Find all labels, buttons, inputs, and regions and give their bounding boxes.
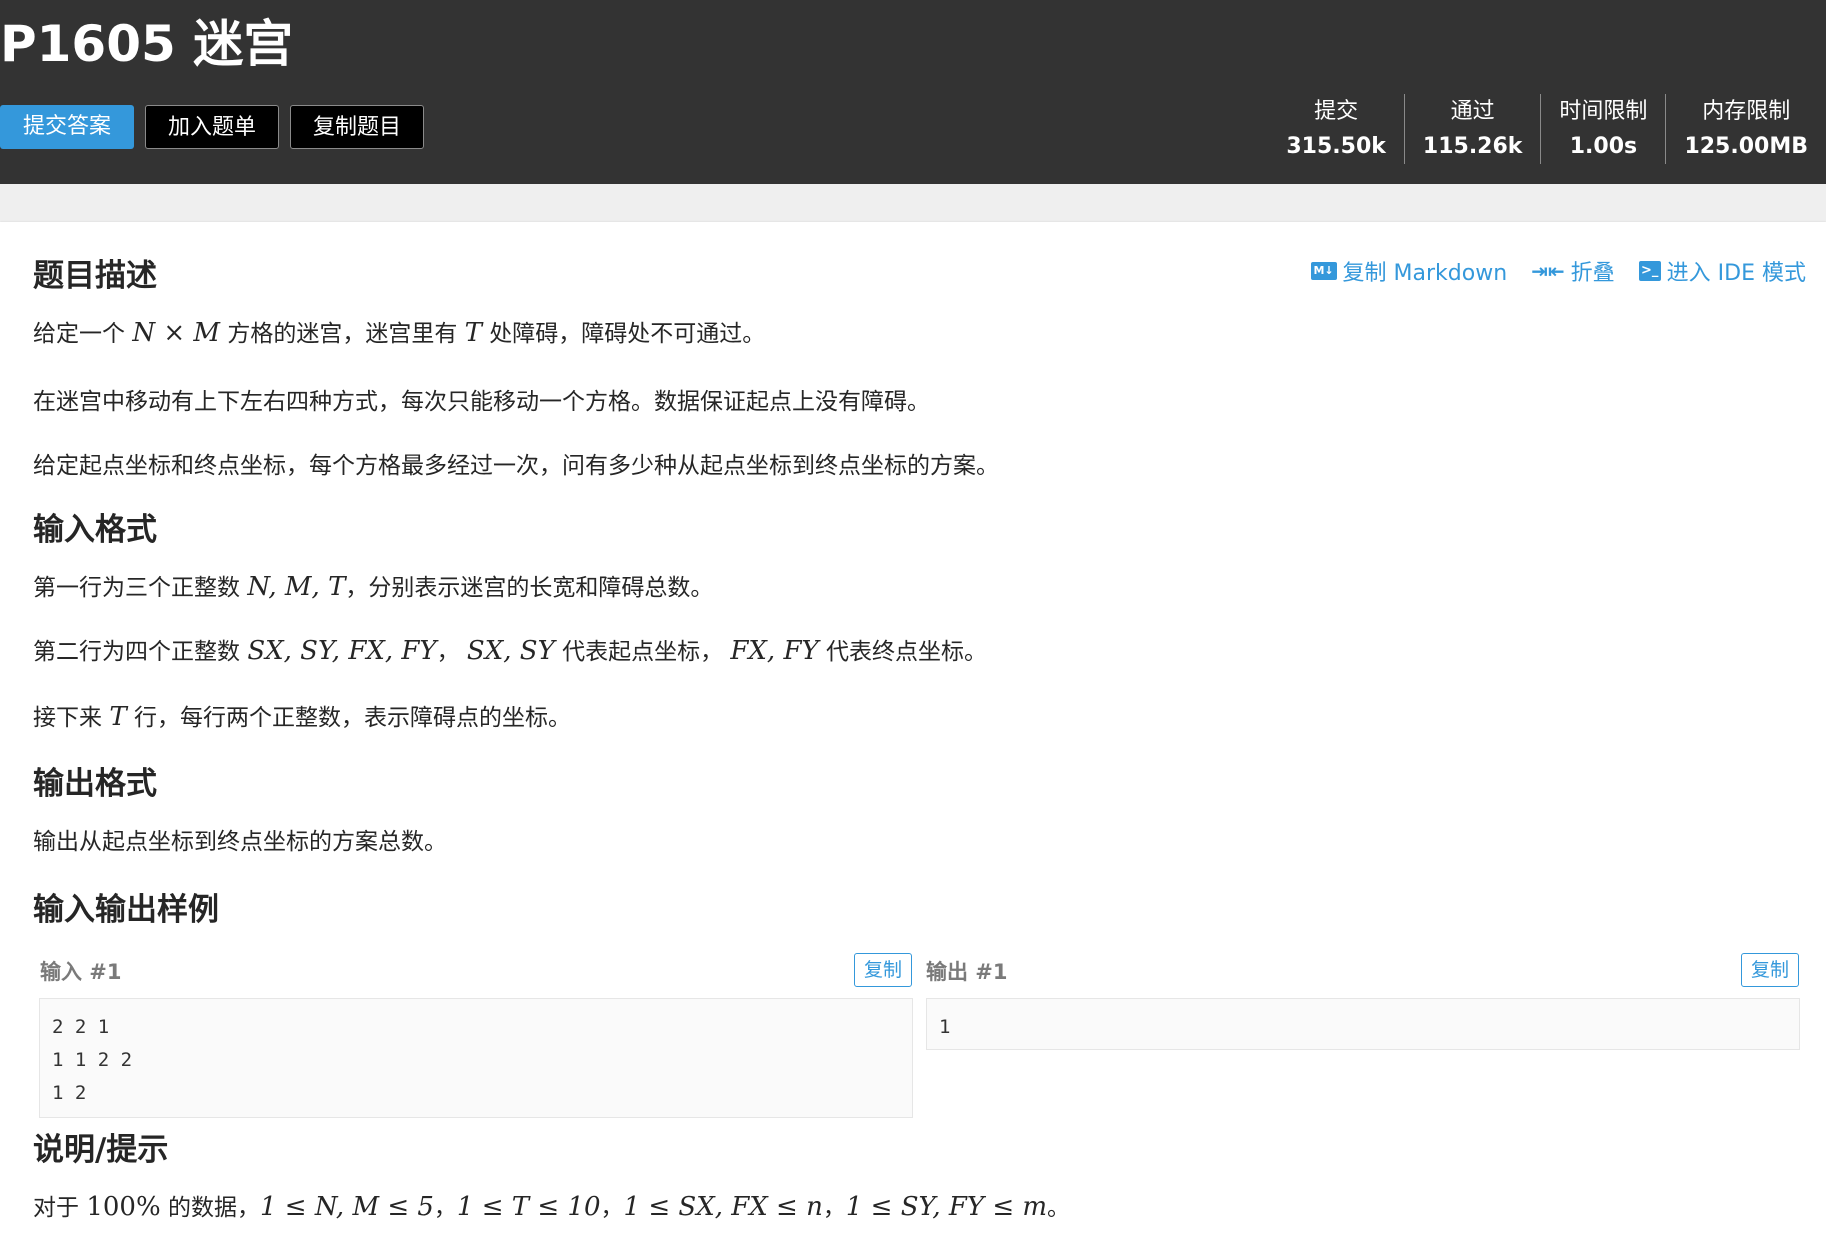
output-format-heading: 输出格式 [33, 766, 157, 802]
description-heading: 题目描述 [33, 258, 157, 294]
stat-memory-limit: 内存限制 125.00MB [1665, 94, 1826, 164]
text: 接下来 [33, 705, 102, 731]
math: SX, SY, FX, FY [247, 636, 437, 666]
ide-mode-button[interactable]: >_ 进入 IDE 模式 [1638, 255, 1806, 287]
text: 代表终点坐标。 [825, 639, 987, 665]
submit-answer-button[interactable]: 提交答案 [0, 105, 134, 149]
stat-label: 时间限制 [1559, 99, 1648, 124]
math: N, M, T [247, 572, 346, 602]
input-format-line-3: 接下来 T 行，每行两个正整数，表示障碍点的坐标。 [33, 698, 571, 732]
problem-content-panel: M↓ 复制 Markdown ⇥⇤ 折叠 >_ 进入 IDE 模式 题目描述 给… [0, 222, 1826, 1240]
input-format-line-2: 第二行为四个正整数 SX, SY, FX, FY， SX, SY 代表起点坐标，… [33, 632, 987, 666]
problem-header: P1605 迷宫 提交答案 加入题单 复制题目 提交 315.50k 通过 11… [0, 0, 1826, 184]
input-format-heading: 输入格式 [33, 512, 157, 548]
copy-sample-output-button[interactable]: 复制 [1741, 953, 1799, 987]
math: 1 ≤ T ≤ 10 [456, 1192, 601, 1222]
sample-input-label: 输入 #1 [40, 960, 122, 984]
fold-button[interactable]: ⇥⇤ 折叠 [1531, 255, 1615, 287]
stat-value: 115.26k [1422, 134, 1523, 159]
text: 对于 [33, 1195, 79, 1221]
math: 1 ≤ SX, FX ≤ n [623, 1192, 823, 1222]
markdown-icon: M↓ [1310, 262, 1337, 280]
hint-heading: 说明/提示 [33, 1132, 169, 1168]
math: T [464, 318, 482, 348]
text: ， [436, 639, 460, 665]
math: SX, SY [466, 636, 555, 666]
math: T [109, 702, 127, 732]
hint-text: 对于 100% 的数据，1 ≤ N, M ≤ 5，1 ≤ T ≤ 10，1 ≤ … [33, 1188, 1070, 1222]
input-format-line-1: 第一行为三个正整数 N, M, T，分别表示迷宫的长宽和障碍总数。 [33, 568, 713, 602]
copy-problem-button[interactable]: 复制题目 [290, 105, 424, 149]
text: 的数据， [167, 1195, 260, 1221]
stat-value: 1.00s [1569, 134, 1638, 159]
output-format-text: 输出从起点坐标到终点坐标的方案总数。 [33, 829, 447, 855]
stat-label: 内存限制 [1702, 99, 1791, 124]
copy-markdown-label: 复制 Markdown [1342, 261, 1508, 286]
math: 1 ≤ SY, FY ≤ m [845, 1192, 1048, 1222]
math: N × M [132, 318, 220, 348]
text: 给定一个 [33, 321, 125, 347]
sample-input-box[interactable]: 2 2 1 1 1 2 2 1 2 [39, 998, 913, 1118]
stat-accepted: 通过 115.26k [1403, 94, 1541, 164]
description-paragraph-1: 给定一个 N × M 方格的迷宫，迷宫里有 T 处障碍，障碍处不可通过。 [33, 314, 765, 348]
description-paragraph-2: 在迷宫中移动有上下左右四种方式，每次只能移动一个方格。数据保证起点上没有障碍。 [33, 389, 930, 415]
text: 。 [1047, 1195, 1071, 1221]
problem-title: P1605 迷宫 [0, 15, 294, 73]
description-paragraph-3: 给定起点坐标和终点坐标，每个方格最多经过一次，问有多少种从起点坐标到终点坐标的方… [33, 453, 999, 479]
stat-label: 提交 [1314, 99, 1359, 124]
stat-label: 通过 [1450, 99, 1495, 124]
stat-submissions: 提交 315.50k [1268, 94, 1404, 164]
copy-sample-input-button[interactable]: 复制 [854, 953, 912, 987]
samples-heading: 输入输出样例 [33, 892, 219, 928]
text: 代表起点坐标， [562, 639, 724, 665]
math: 1 ≤ N, M ≤ 5 [259, 1192, 434, 1222]
ide-mode-label: 进入 IDE 模式 [1666, 261, 1806, 286]
text: ，分别表示迷宫的长宽和障碍总数。 [345, 575, 714, 601]
text: 行，每行两个正整数，表示障碍点的坐标。 [133, 705, 571, 731]
sample-output-box[interactable]: 1 [926, 998, 1800, 1050]
stat-value: 125.00MB [1684, 134, 1808, 159]
text: ， [822, 1195, 846, 1221]
sample-output-label: 输出 #1 [926, 960, 1008, 984]
text: 方格的迷宫，迷宫里有 [227, 321, 458, 347]
add-to-list-button[interactable]: 加入题单 [145, 105, 279, 149]
stat-value: 315.50k [1286, 134, 1386, 159]
stat-time-limit: 时间限制 1.00s [1540, 94, 1665, 164]
copy-markdown-button[interactable]: M↓ 复制 Markdown [1310, 255, 1508, 287]
content-toolbar: M↓ 复制 Markdown ⇥⇤ 折叠 >_ 进入 IDE 模式 [1310, 255, 1806, 287]
fold-icon: ⇥⇤ [1531, 259, 1565, 283]
text: 处障碍，障碍处不可通过。 [489, 321, 766, 347]
fold-label: 折叠 [1570, 261, 1615, 286]
text: ， [433, 1195, 457, 1221]
text: ， [600, 1195, 624, 1221]
problem-stats: 提交 315.50k 通过 115.26k 时间限制 1.00s 内存限制 12… [1268, 94, 1826, 164]
math: 100% [86, 1192, 161, 1222]
text: 第二行为四个正整数 [33, 639, 240, 665]
terminal-icon: >_ [1638, 261, 1661, 281]
text: 第一行为三个正整数 [33, 575, 240, 601]
math: FX, FY [730, 636, 819, 666]
